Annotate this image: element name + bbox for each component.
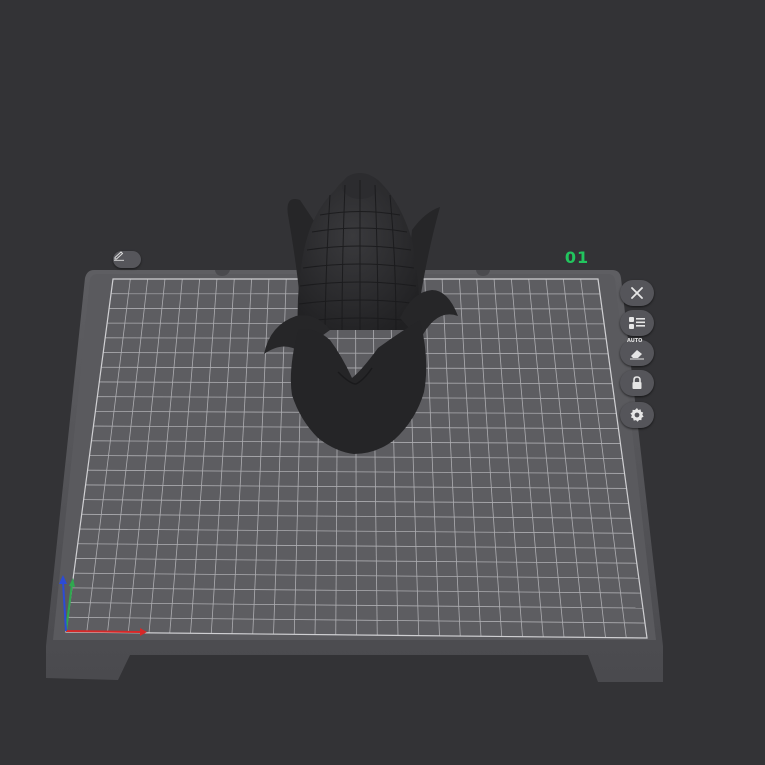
3d-viewport[interactable]: 01 AUTO — [0, 0, 765, 765]
eraser-auto-icon — [630, 350, 644, 360]
plate-number: 01 — [564, 248, 590, 267]
arrange-button[interactable] — [620, 310, 654, 336]
close-icon — [631, 287, 643, 299]
lock-button[interactable] — [620, 370, 654, 396]
close-button[interactable] — [620, 280, 654, 306]
plate-grid — [66, 279, 647, 638]
gear-icon — [630, 408, 644, 422]
edit-plate-name-button[interactable] — [113, 251, 141, 268]
x-axis — [65, 630, 141, 633]
list-arrange-icon — [629, 317, 645, 329]
auto-label: AUTO — [627, 338, 643, 344]
pencil-icon — [114, 251, 124, 261]
settings-button[interactable] — [620, 402, 654, 428]
lock-icon — [632, 376, 642, 389]
auto-orient-button[interactable]: AUTO — [620, 338, 654, 366]
